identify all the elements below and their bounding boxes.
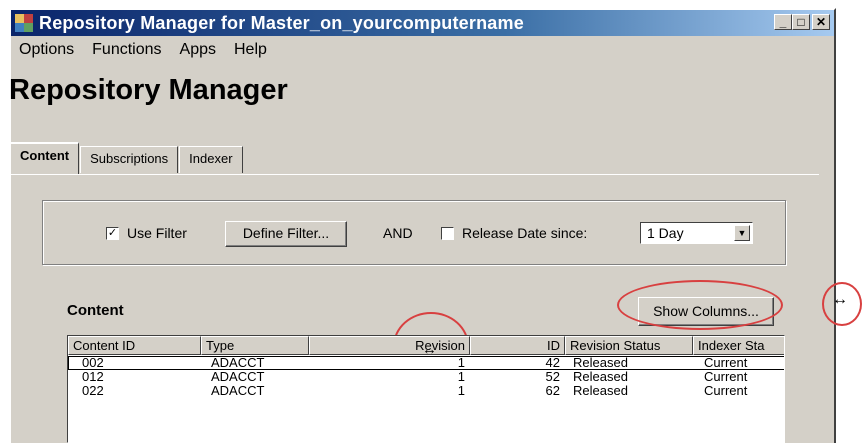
release-period-select[interactable]: 1 Day ▼	[640, 222, 753, 244]
cell-type: ADACCT	[211, 369, 265, 384]
tab-subscriptions[interactable]: Subscriptions	[80, 146, 179, 173]
cell-type: ADACCT	[211, 355, 265, 370]
use-filter-checkbox[interactable]: ✓	[106, 227, 119, 240]
cell-id: 42	[545, 355, 560, 370]
column-header-id[interactable]: ID	[470, 336, 565, 355]
cell-revision: 1	[457, 355, 465, 370]
cell-content-id: 022	[82, 383, 104, 398]
cell-id: 62	[545, 383, 560, 398]
menu-apps[interactable]: Apps	[180, 41, 216, 59]
minimize-button[interactable]: _	[774, 14, 792, 30]
menu-functions[interactable]: Functions	[92, 41, 161, 59]
cell-content-id: 002	[82, 355, 104, 370]
page-title: Repository Manager	[9, 74, 288, 106]
maximize-button[interactable]: □	[792, 14, 810, 30]
column-header-indexer-status[interactable]: Indexer Sta	[693, 336, 784, 355]
cell-type: ADACCT	[211, 383, 265, 398]
close-button[interactable]: ✕	[812, 14, 830, 30]
table-row[interactable]: 002 ADACCT 1 42 Released Current	[68, 355, 784, 370]
menu-help[interactable]: Help	[234, 41, 267, 59]
cell-indexer-status: Current	[704, 369, 748, 384]
table-row[interactable]: 022 ADACCT 1 62 Released Current	[68, 383, 784, 398]
cell-revision-status: Released	[573, 383, 628, 398]
cell-revision-status: Released	[573, 369, 628, 384]
resize-cursor-icon: ↔	[832, 291, 848, 308]
content-section-title: Content	[67, 302, 124, 319]
column-header-revision[interactable]: Revision	[309, 336, 470, 355]
use-filter-label: Use Filter	[127, 225, 187, 241]
cell-revision: 1	[457, 383, 465, 398]
cell-revision-status: Released	[573, 355, 628, 370]
column-header-revision-status[interactable]: Revision Status	[565, 336, 693, 355]
release-date-label: Release Date since:	[462, 225, 588, 241]
and-label: AND	[383, 225, 413, 241]
show-columns-button[interactable]: Show Columns...	[638, 297, 774, 326]
menu-options[interactable]: Options	[19, 41, 74, 59]
cell-revision: 1	[457, 369, 465, 384]
chevron-down-icon[interactable]: ▼	[734, 225, 750, 241]
menu-bar: Options Functions Apps Help	[11, 38, 277, 62]
table-row[interactable]: 012 ADACCT 1 52 Released Current	[68, 369, 784, 384]
app-icon[interactable]	[15, 14, 33, 32]
tab-content[interactable]: Content	[9, 142, 80, 174]
release-date-checkbox[interactable]	[441, 227, 454, 240]
cell-indexer-status: Current	[704, 383, 748, 398]
cell-indexer-status: Current	[704, 355, 748, 370]
title-bar[interactable]: Repository Manager for Master_on_yourcom…	[11, 10, 834, 36]
column-header-type[interactable]: Type	[201, 336, 309, 355]
define-filter-button[interactable]: Define Filter...	[225, 221, 347, 247]
window-title: Repository Manager for Master_on_yourcom…	[39, 12, 524, 33]
tab-indexer[interactable]: Indexer	[179, 146, 243, 173]
tab-strip: Content Subscriptions Indexer	[9, 142, 244, 174]
cell-content-id: 012	[82, 369, 104, 384]
column-header-content-id[interactable]: Content ID	[68, 336, 201, 355]
release-period-value: 1 Day	[647, 225, 684, 241]
cell-id: 52	[545, 369, 560, 384]
column-resize-cursor-icon: ↔	[422, 341, 437, 358]
